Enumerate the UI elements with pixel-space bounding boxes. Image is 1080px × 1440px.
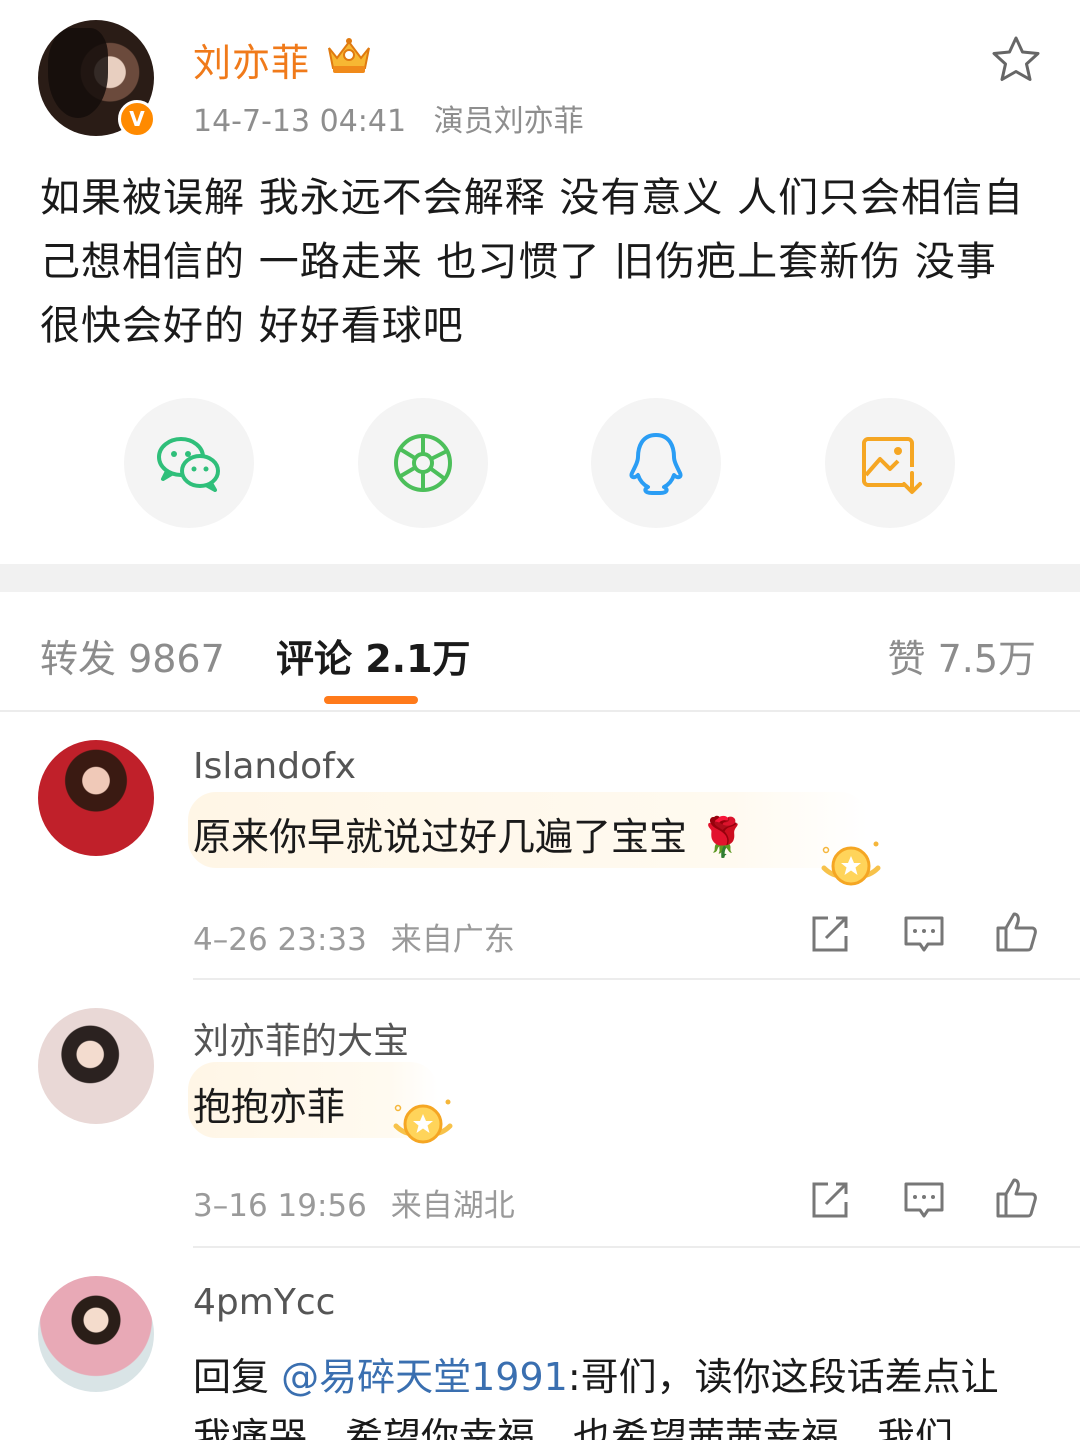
share-moments-button[interactable] [358, 398, 488, 528]
tab-active-indicator [324, 696, 418, 704]
share-wechat-button[interactable] [124, 398, 254, 528]
moments-icon [394, 434, 452, 492]
verified-badge-icon: V [118, 100, 156, 138]
comment-item: Islandofx 原来你早就说过好几遍了宝宝 🌹 4–26 23:33 来自广… [0, 714, 1080, 980]
comment-meta: 4–26 23:33 来自广东 [193, 914, 529, 959]
fan-medal-icon [821, 841, 881, 886]
commenter-avatar[interactable] [38, 1276, 154, 1392]
comment-location: 来自广东 [390, 922, 515, 958]
like-thumb-icon[interactable] [994, 1176, 1038, 1220]
comment-text-line1: :哥们，读你这段话差点让 [567, 1355, 999, 1399]
comment-text: 原来你早就说过好几遍了宝宝 🌹 [193, 815, 747, 859]
section-divider [0, 564, 1080, 592]
post-date: 14-7-13 04:41 [193, 104, 407, 139]
comment-item: 4pmYcc 回复 @易碎天堂1991:哥们，读你这段话差点让 我痛哭，希望你幸… [0, 1248, 1080, 1440]
save-image-icon [862, 437, 922, 494]
author-name[interactable]: 刘亦菲 [193, 32, 310, 87]
repost-icon[interactable] [808, 1178, 852, 1222]
post-source: 演员刘亦菲 [433, 104, 584, 139]
comment-meta: 3–16 19:56 来自湖北 [193, 1180, 529, 1225]
favorite-star-icon[interactable] [990, 34, 1042, 84]
reply-prefix: 回复 [193, 1355, 282, 1399]
qq-icon [629, 433, 683, 495]
tab-reposts[interactable]: 转发 9867 [40, 628, 225, 683]
vip-crown-icon [328, 38, 370, 73]
commenter-name[interactable]: 4pmYcc [193, 1282, 335, 1323]
like-thumb-icon[interactable] [994, 910, 1038, 954]
mention-link[interactable]: @易碎天堂1991 [281, 1355, 568, 1399]
fan-medal-icon [393, 1099, 453, 1144]
comment-text-line2: 我痛哭，希望你幸福，也希望茜茜幸福。我们 [193, 1415, 954, 1440]
tab-likes[interactable]: 赞 7.5万 [887, 628, 1036, 683]
comment-reply-icon[interactable] [902, 1178, 946, 1222]
comment-item: 刘亦菲的大宝 抱抱亦菲 3–16 19:56 来自湖北 [0, 980, 1080, 1248]
post-text: 如果被误解 我永远不会解释 没有意义 人们只会相信自己想相信的 一路走来 也习惯… [40, 175, 1025, 349]
commenter-name[interactable]: Islandofx [193, 746, 356, 787]
weibo-post: V 刘亦菲 14-7-13 04:41 演员刘亦菲 如果被误解 我永远不会解释 … [0, 0, 1080, 564]
comment-text: 回复 @易碎天堂1991:哥们，读你这段话差点让 [193, 1346, 1053, 1401]
commenter-avatar[interactable] [38, 740, 154, 856]
share-row [0, 398, 1080, 530]
repost-icon[interactable] [808, 912, 852, 956]
comment-text: 抱抱亦菲 [193, 1085, 346, 1129]
avatar-image [48, 28, 108, 118]
comment-location: 来自湖北 [390, 1188, 515, 1224]
save-image-button[interactable] [825, 398, 955, 528]
tab-comments[interactable]: 评论 2.1万 [276, 628, 471, 683]
comment-time: 3–16 19:56 [193, 1188, 367, 1224]
post-meta: 14-7-13 04:41 演员刘亦菲 [193, 96, 602, 140]
comment-time: 4–26 23:33 [193, 922, 367, 958]
commenter-avatar[interactable] [38, 1008, 154, 1124]
post-tabs: 转发 9867 评论 2.1万 赞 7.5万 [0, 592, 1080, 712]
commenter-name[interactable]: 刘亦菲的大宝 [193, 1012, 409, 1064]
wechat-icon [157, 437, 220, 492]
comment-reply-icon[interactable] [902, 912, 946, 956]
share-qq-button[interactable] [591, 398, 721, 528]
